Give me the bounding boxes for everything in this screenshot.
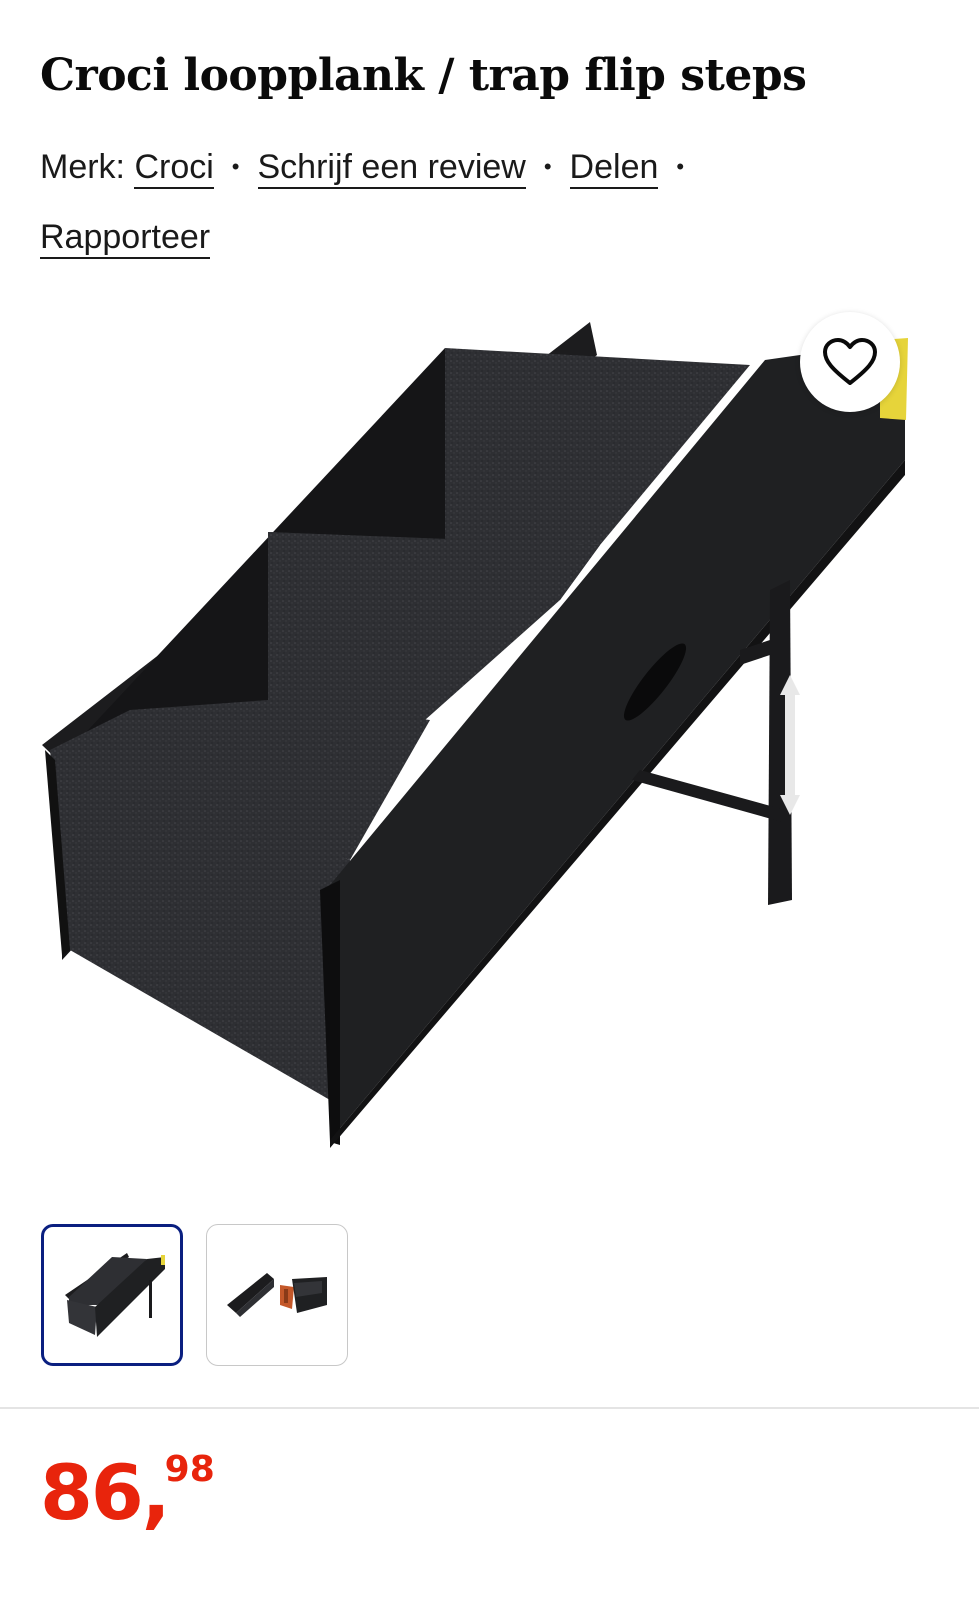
- brand-label: Merk:: [40, 148, 125, 186]
- dog-stairs-ramp-photo: [42, 322, 908, 1148]
- separator-dot: •: [231, 154, 240, 179]
- separator-dot: •: [543, 154, 552, 179]
- product-meta: Merk: Croci • Schrijf een review • Delen • Ra…: [40, 132, 940, 272]
- price-decimals: 98: [164, 1449, 215, 1490]
- thumbnail-1[interactable]: [41, 1224, 183, 1366]
- write-review-link[interactable]: Schrijf een review: [257, 148, 526, 189]
- share-link[interactable]: Delen: [569, 148, 659, 189]
- stairs-thumbnail: [65, 1253, 165, 1337]
- thumbnail-2[interactable]: [206, 1224, 348, 1366]
- brand-link[interactable]: Croci: [134, 148, 214, 189]
- product-price: 86,98: [40, 1448, 215, 1538]
- product-title: Croci loopplank / trap flip steps: [40, 50, 807, 101]
- separator-dot: •: [676, 154, 685, 179]
- section-divider: [0, 1407, 979, 1409]
- heart-icon: [823, 338, 877, 385]
- report-link[interactable]: Rapporteer: [40, 218, 211, 259]
- stairs-folded-thumbnail: [227, 1273, 327, 1317]
- price-whole: 86,: [40, 1448, 171, 1537]
- wishlist-button[interactable]: [800, 312, 900, 412]
- product-main-image[interactable]: [0, 300, 979, 1180]
